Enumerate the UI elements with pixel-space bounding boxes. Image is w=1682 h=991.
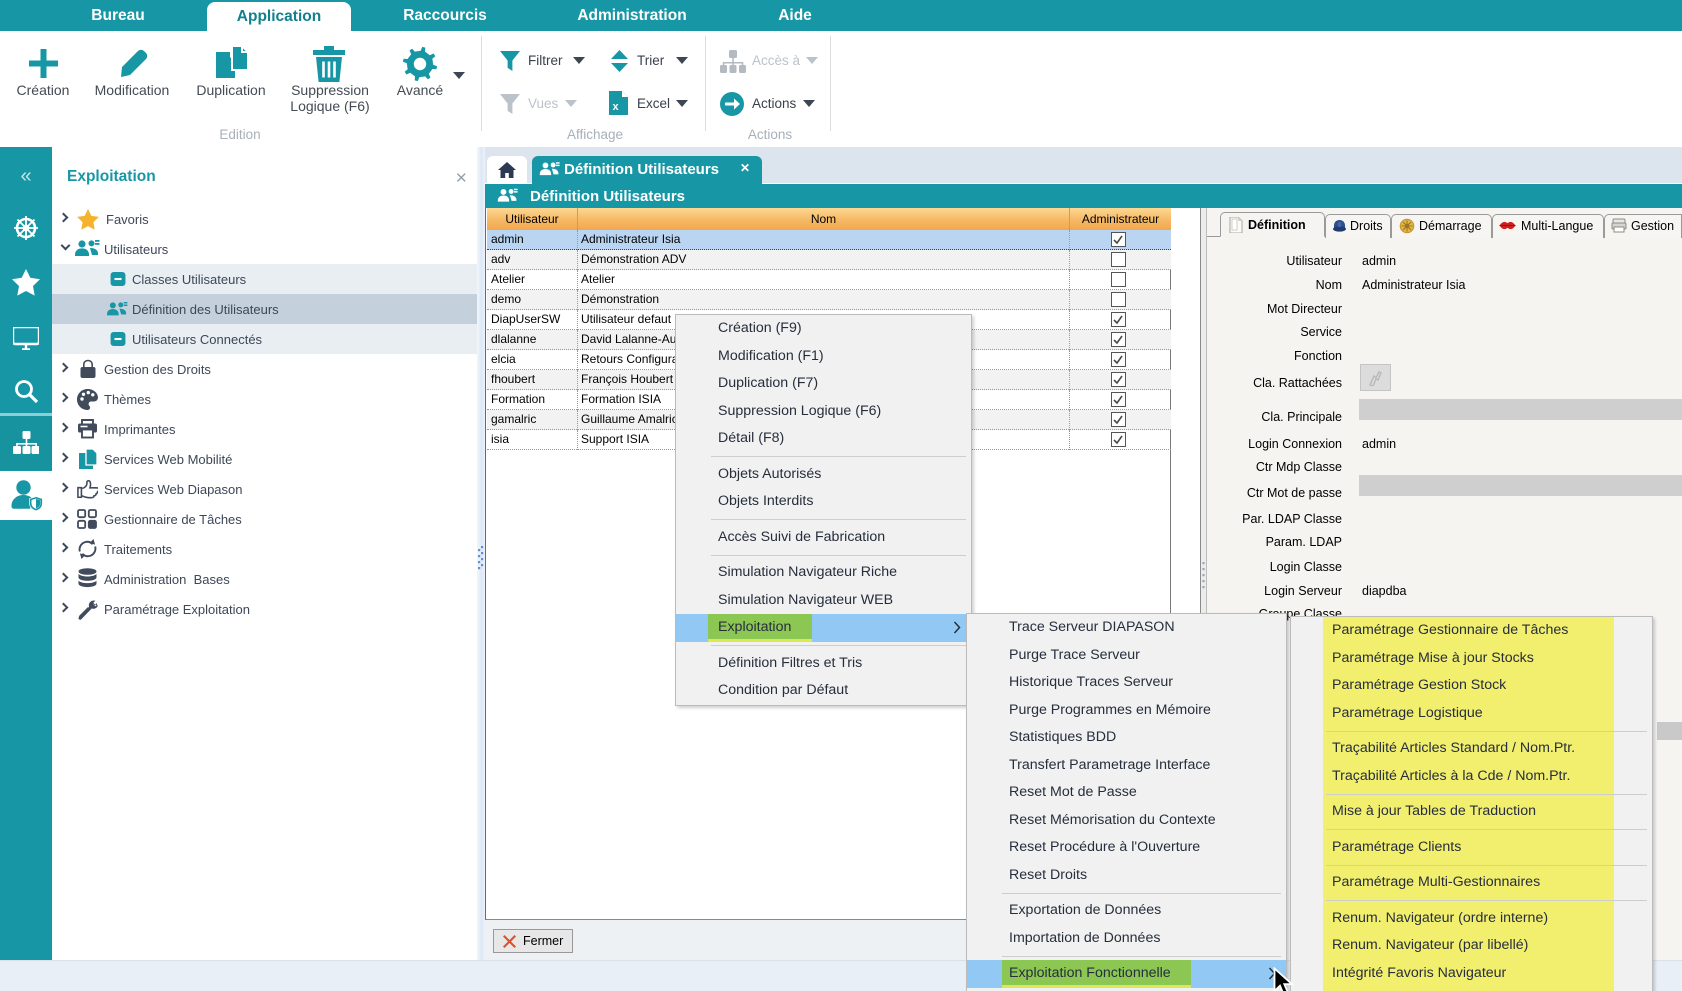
svg-text:x: x <box>612 101 619 113</box>
